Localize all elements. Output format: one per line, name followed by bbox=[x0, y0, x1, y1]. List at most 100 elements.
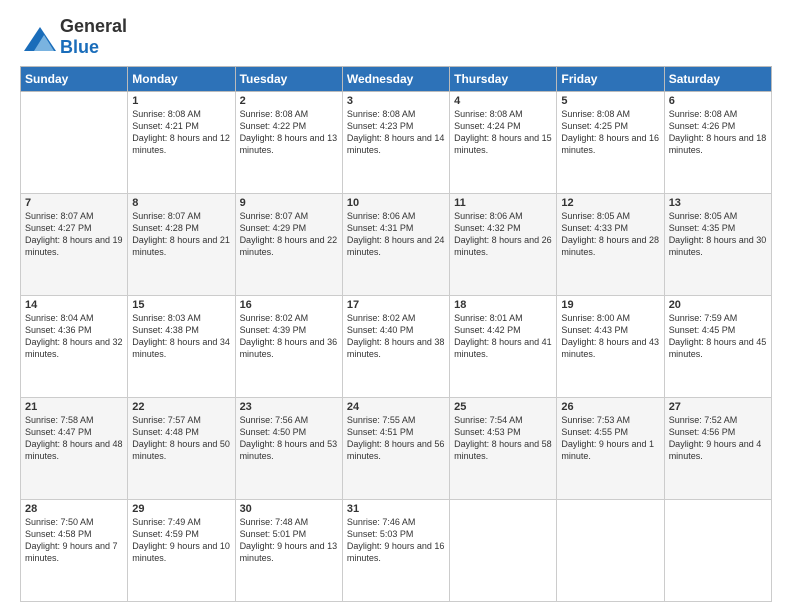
day-number: 26 bbox=[561, 401, 659, 413]
calendar-cell bbox=[557, 500, 664, 602]
day-info: Sunrise: 7:49 AMSunset: 4:59 PMDaylight:… bbox=[132, 516, 230, 565]
calendar-cell: 17Sunrise: 8:02 AMSunset: 4:40 PMDayligh… bbox=[342, 296, 449, 398]
day-info: Sunrise: 8:05 AMSunset: 4:35 PMDaylight:… bbox=[669, 210, 767, 259]
day-info: Sunrise: 7:46 AMSunset: 5:03 PMDaylight:… bbox=[347, 516, 445, 565]
calendar-week-row: 14Sunrise: 8:04 AMSunset: 4:36 PMDayligh… bbox=[21, 296, 772, 398]
day-number: 16 bbox=[240, 299, 338, 311]
day-number: 10 bbox=[347, 197, 445, 209]
calendar-header-row: Sunday Monday Tuesday Wednesday Thursday… bbox=[21, 67, 772, 92]
calendar-cell: 8Sunrise: 8:07 AMSunset: 4:28 PMDaylight… bbox=[128, 194, 235, 296]
calendar-cell: 10Sunrise: 8:06 AMSunset: 4:31 PMDayligh… bbox=[342, 194, 449, 296]
calendar-cell: 6Sunrise: 8:08 AMSunset: 4:26 PMDaylight… bbox=[664, 92, 771, 194]
calendar-cell: 18Sunrise: 8:01 AMSunset: 4:42 PMDayligh… bbox=[450, 296, 557, 398]
day-info: Sunrise: 8:08 AMSunset: 4:24 PMDaylight:… bbox=[454, 108, 552, 157]
day-info: Sunrise: 8:07 AMSunset: 4:29 PMDaylight:… bbox=[240, 210, 338, 259]
calendar-cell: 7Sunrise: 8:07 AMSunset: 4:27 PMDaylight… bbox=[21, 194, 128, 296]
day-info: Sunrise: 8:02 AMSunset: 4:40 PMDaylight:… bbox=[347, 312, 445, 361]
day-number: 22 bbox=[132, 401, 230, 413]
calendar-cell: 19Sunrise: 8:00 AMSunset: 4:43 PMDayligh… bbox=[557, 296, 664, 398]
day-number: 8 bbox=[132, 197, 230, 209]
day-info: Sunrise: 7:52 AMSunset: 4:56 PMDaylight:… bbox=[669, 414, 767, 463]
day-info: Sunrise: 8:04 AMSunset: 4:36 PMDaylight:… bbox=[25, 312, 123, 361]
calendar-cell: 14Sunrise: 8:04 AMSunset: 4:36 PMDayligh… bbox=[21, 296, 128, 398]
day-number: 2 bbox=[240, 95, 338, 107]
day-info: Sunrise: 8:08 AMSunset: 4:25 PMDaylight:… bbox=[561, 108, 659, 157]
day-number: 3 bbox=[347, 95, 445, 107]
col-wednesday: Wednesday bbox=[342, 67, 449, 92]
header: General Blue bbox=[20, 16, 772, 58]
day-number: 13 bbox=[669, 197, 767, 209]
day-number: 30 bbox=[240, 503, 338, 515]
calendar-cell bbox=[450, 500, 557, 602]
day-number: 9 bbox=[240, 197, 338, 209]
day-info: Sunrise: 7:59 AMSunset: 4:45 PMDaylight:… bbox=[669, 312, 767, 361]
day-number: 19 bbox=[561, 299, 659, 311]
col-friday: Friday bbox=[557, 67, 664, 92]
col-monday: Monday bbox=[128, 67, 235, 92]
calendar-cell: 22Sunrise: 7:57 AMSunset: 4:48 PMDayligh… bbox=[128, 398, 235, 500]
calendar-table: Sunday Monday Tuesday Wednesday Thursday… bbox=[20, 66, 772, 602]
calendar-cell: 1Sunrise: 8:08 AMSunset: 4:21 PMDaylight… bbox=[128, 92, 235, 194]
day-info: Sunrise: 8:08 AMSunset: 4:23 PMDaylight:… bbox=[347, 108, 445, 157]
calendar-cell: 21Sunrise: 7:58 AMSunset: 4:47 PMDayligh… bbox=[21, 398, 128, 500]
day-number: 7 bbox=[25, 197, 123, 209]
day-number: 5 bbox=[561, 95, 659, 107]
calendar-week-row: 21Sunrise: 7:58 AMSunset: 4:47 PMDayligh… bbox=[21, 398, 772, 500]
day-number: 29 bbox=[132, 503, 230, 515]
calendar-cell: 4Sunrise: 8:08 AMSunset: 4:24 PMDaylight… bbox=[450, 92, 557, 194]
calendar-cell: 3Sunrise: 8:08 AMSunset: 4:23 PMDaylight… bbox=[342, 92, 449, 194]
day-number: 23 bbox=[240, 401, 338, 413]
day-number: 12 bbox=[561, 197, 659, 209]
day-info: Sunrise: 8:03 AMSunset: 4:38 PMDaylight:… bbox=[132, 312, 230, 361]
day-info: Sunrise: 8:07 AMSunset: 4:28 PMDaylight:… bbox=[132, 210, 230, 259]
calendar-cell: 24Sunrise: 7:55 AMSunset: 4:51 PMDayligh… bbox=[342, 398, 449, 500]
page: General Blue Sunday Monday Tuesday Wedne… bbox=[0, 0, 792, 612]
day-info: Sunrise: 8:00 AMSunset: 4:43 PMDaylight:… bbox=[561, 312, 659, 361]
day-number: 15 bbox=[132, 299, 230, 311]
day-info: Sunrise: 8:08 AMSunset: 4:22 PMDaylight:… bbox=[240, 108, 338, 157]
calendar-cell: 12Sunrise: 8:05 AMSunset: 4:33 PMDayligh… bbox=[557, 194, 664, 296]
calendar-cell: 11Sunrise: 8:06 AMSunset: 4:32 PMDayligh… bbox=[450, 194, 557, 296]
day-info: Sunrise: 7:50 AMSunset: 4:58 PMDaylight:… bbox=[25, 516, 123, 565]
day-info: Sunrise: 7:48 AMSunset: 5:01 PMDaylight:… bbox=[240, 516, 338, 565]
day-info: Sunrise: 8:08 AMSunset: 4:26 PMDaylight:… bbox=[669, 108, 767, 157]
day-info: Sunrise: 7:54 AMSunset: 4:53 PMDaylight:… bbox=[454, 414, 552, 463]
calendar-cell: 5Sunrise: 8:08 AMSunset: 4:25 PMDaylight… bbox=[557, 92, 664, 194]
calendar-cell: 15Sunrise: 8:03 AMSunset: 4:38 PMDayligh… bbox=[128, 296, 235, 398]
calendar-cell: 9Sunrise: 8:07 AMSunset: 4:29 PMDaylight… bbox=[235, 194, 342, 296]
calendar-cell bbox=[664, 500, 771, 602]
day-number: 28 bbox=[25, 503, 123, 515]
col-tuesday: Tuesday bbox=[235, 67, 342, 92]
day-info: Sunrise: 7:55 AMSunset: 4:51 PMDaylight:… bbox=[347, 414, 445, 463]
day-number: 17 bbox=[347, 299, 445, 311]
day-number: 27 bbox=[669, 401, 767, 413]
calendar-cell: 25Sunrise: 7:54 AMSunset: 4:53 PMDayligh… bbox=[450, 398, 557, 500]
day-number: 31 bbox=[347, 503, 445, 515]
calendar-cell: 16Sunrise: 8:02 AMSunset: 4:39 PMDayligh… bbox=[235, 296, 342, 398]
calendar-week-row: 7Sunrise: 8:07 AMSunset: 4:27 PMDaylight… bbox=[21, 194, 772, 296]
day-number: 11 bbox=[454, 197, 552, 209]
calendar-cell: 29Sunrise: 7:49 AMSunset: 4:59 PMDayligh… bbox=[128, 500, 235, 602]
day-info: Sunrise: 8:01 AMSunset: 4:42 PMDaylight:… bbox=[454, 312, 552, 361]
calendar-cell: 27Sunrise: 7:52 AMSunset: 4:56 PMDayligh… bbox=[664, 398, 771, 500]
calendar-cell: 2Sunrise: 8:08 AMSunset: 4:22 PMDaylight… bbox=[235, 92, 342, 194]
calendar-cell bbox=[21, 92, 128, 194]
day-info: Sunrise: 8:02 AMSunset: 4:39 PMDaylight:… bbox=[240, 312, 338, 361]
day-info: Sunrise: 8:05 AMSunset: 4:33 PMDaylight:… bbox=[561, 210, 659, 259]
calendar-cell: 13Sunrise: 8:05 AMSunset: 4:35 PMDayligh… bbox=[664, 194, 771, 296]
day-info: Sunrise: 8:08 AMSunset: 4:21 PMDaylight:… bbox=[132, 108, 230, 157]
day-info: Sunrise: 8:06 AMSunset: 4:32 PMDaylight:… bbox=[454, 210, 552, 259]
day-number: 18 bbox=[454, 299, 552, 311]
logo-text: General Blue bbox=[60, 16, 127, 58]
logo-icon bbox=[20, 19, 56, 55]
day-number: 20 bbox=[669, 299, 767, 311]
day-info: Sunrise: 8:07 AMSunset: 4:27 PMDaylight:… bbox=[25, 210, 123, 259]
calendar-cell: 20Sunrise: 7:59 AMSunset: 4:45 PMDayligh… bbox=[664, 296, 771, 398]
col-thursday: Thursday bbox=[450, 67, 557, 92]
day-number: 21 bbox=[25, 401, 123, 413]
day-number: 24 bbox=[347, 401, 445, 413]
day-number: 6 bbox=[669, 95, 767, 107]
day-info: Sunrise: 8:06 AMSunset: 4:31 PMDaylight:… bbox=[347, 210, 445, 259]
day-info: Sunrise: 7:57 AMSunset: 4:48 PMDaylight:… bbox=[132, 414, 230, 463]
day-number: 14 bbox=[25, 299, 123, 311]
